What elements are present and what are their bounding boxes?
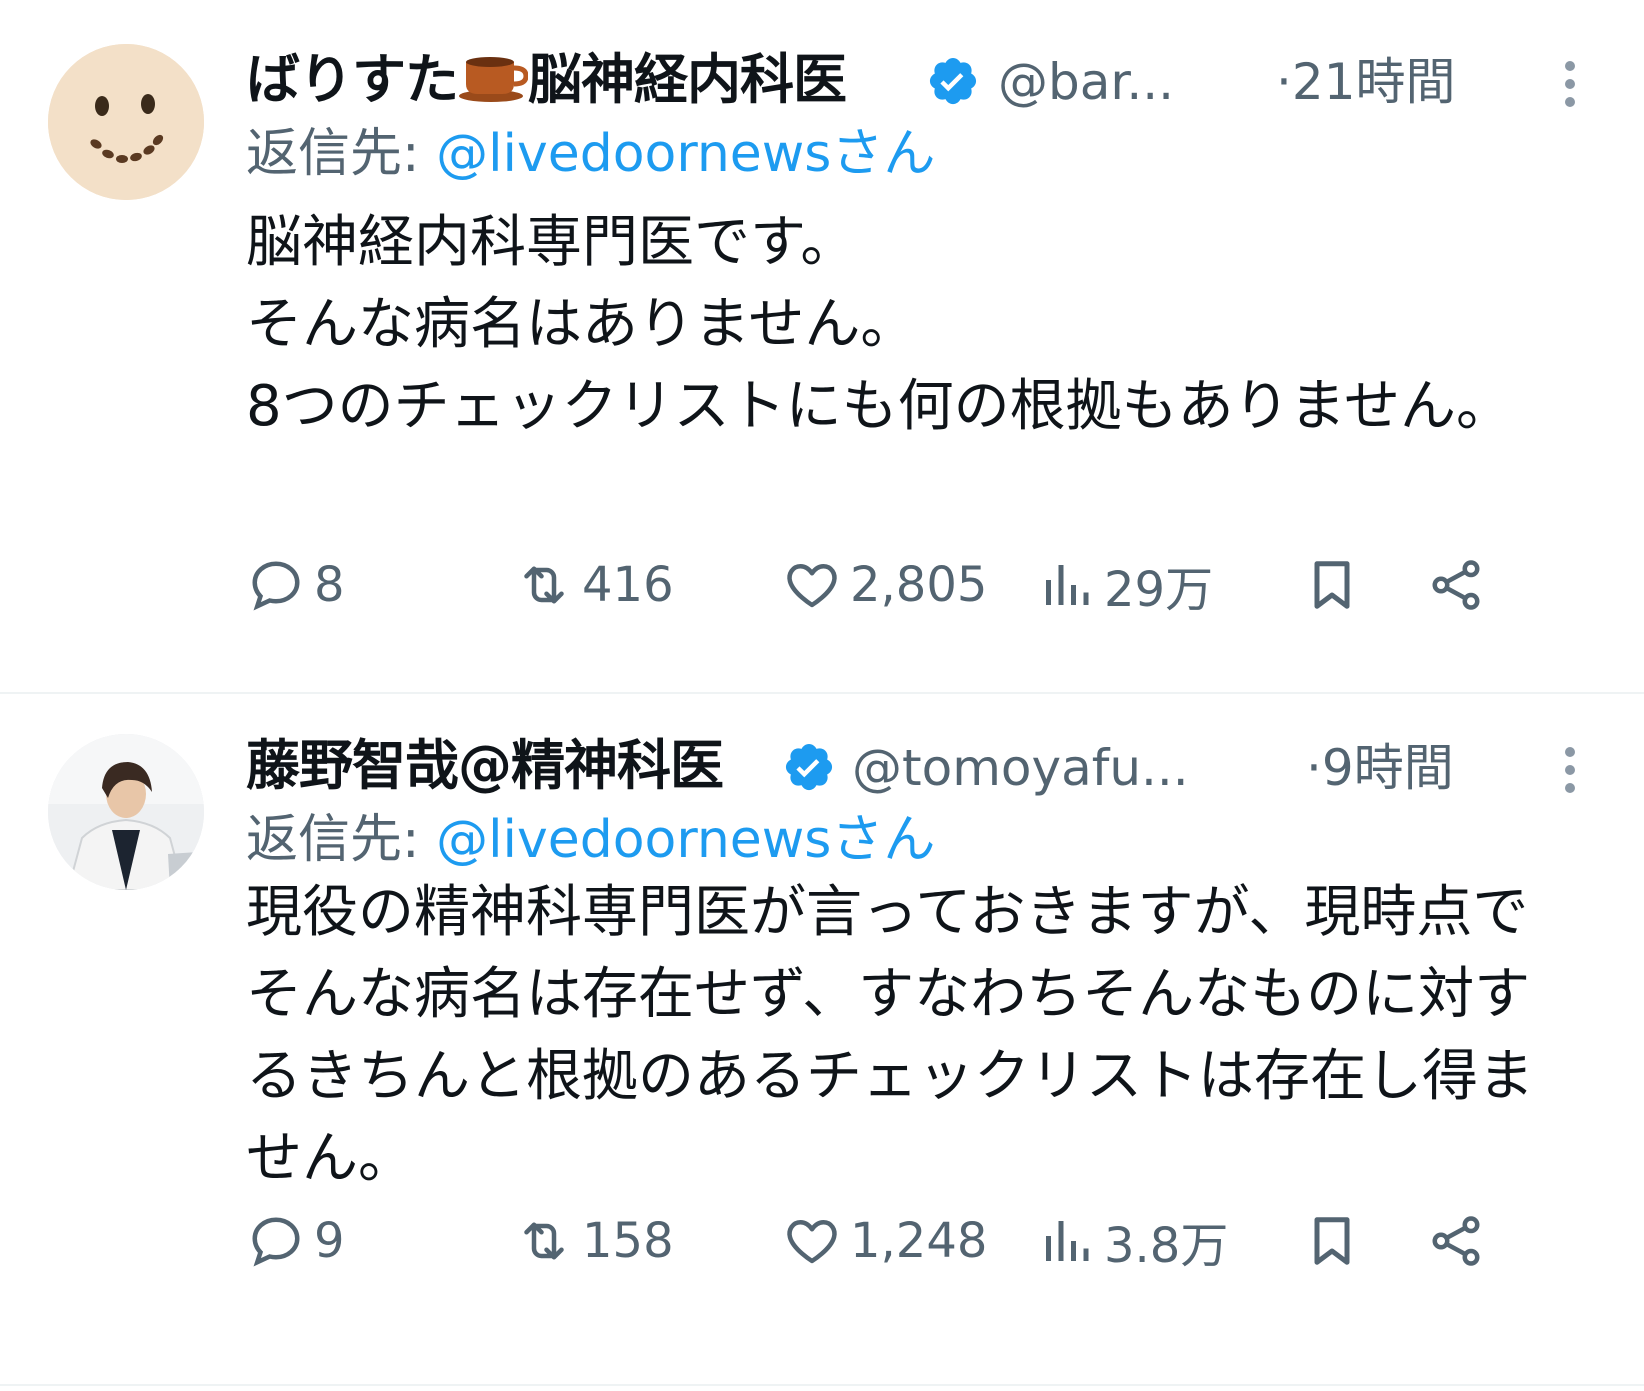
reply-target-link[interactable]: @livedoornewsさん [436,124,935,184]
person-photo-avatar-icon [48,734,204,890]
reply-button[interactable]: 9 [246,1206,345,1276]
share-button[interactable] [1426,1206,1486,1276]
display-name-suffix: 脳神経内科医 [528,48,847,111]
more-options-icon[interactable] [1558,54,1582,114]
tweet-header: 藤野智哉@精神科医 @tomoyafu... ·9時間 [246,726,1576,806]
reply-label: 返信先: [246,124,420,184]
repost-button[interactable]: 158 [514,1206,674,1276]
user-handle[interactable]: @tomoyafu... [852,736,1189,800]
view-count: 29万 [1104,562,1214,618]
views-button[interactable]: 29万 [1036,550,1213,620]
tweet[interactable]: ばりすた 脳神経内科医 @bar... ·21時間 返信先: @livedoorn… [0,40,1644,680]
reply-icon [252,561,300,611]
analytics-bars-icon [1046,1221,1089,1261]
tweet-text: 脳神経内科専門医です。 そんな病名はありません。 8つのチェックリストにも何の根… [246,210,1512,439]
display-name-text: ばりすた [246,48,459,111]
like-count: 1,248 [850,1213,988,1269]
reply-count: 8 [314,557,345,613]
tweet-actions: 8 416 2,805 29万 [246,550,1576,620]
avatar[interactable] [48,734,204,890]
coffee-cup-icon [458,50,529,104]
bookmark-button[interactable] [1302,1206,1362,1276]
share-icon [1432,560,1480,610]
tweet-divider [0,1384,1644,1386]
repost-icon [524,566,564,604]
heart-icon [787,1220,837,1264]
reply-label: 返信先: [246,810,420,870]
like-button[interactable]: 1,248 [782,1206,987,1276]
display-name[interactable]: ばりすた 脳神経内科医 [246,48,847,112]
reply-count: 9 [314,1213,345,1269]
reply-context: 返信先: @livedoornewsさん [246,806,935,874]
timestamp[interactable]: ·9時間 [1306,736,1454,800]
tweet-actions: 9 158 1,248 3.8万 [246,1206,1576,1276]
tweet-header: ばりすた 脳神経内科医 @bar... ·21時間 [246,40,1576,120]
reply-target-link[interactable]: @livedoornewsさん [436,810,935,870]
bookmark-button[interactable] [1302,550,1362,620]
analytics-bars-icon [1046,565,1089,605]
display-name[interactable]: 藤野智哉@精神科医 [246,734,724,798]
tweet-feed: ばりすた 脳神経内科医 @bar... ·21時間 返信先: @livedoorn… [0,0,1644,1391]
smiley-face-avatar-icon [48,44,204,200]
like-button[interactable]: 2,805 [782,550,987,620]
repost-icon [524,1222,564,1260]
tweet-divider [0,692,1644,694]
reply-context: 返信先: @livedoornewsさん [246,120,935,188]
reply-icon [252,1217,300,1267]
tweet[interactable]: 藤野智哉@精神科医 @tomoyafu... ·9時間 返信先: @livedo… [0,726,1644,1366]
user-handle[interactable]: @bar... [998,50,1174,114]
like-count: 2,805 [850,557,988,613]
view-count: 3.8万 [1104,1218,1229,1274]
avatar[interactable] [48,44,204,200]
heart-icon [787,564,837,608]
reply-button[interactable]: 8 [246,550,345,620]
repost-button[interactable]: 416 [514,550,674,620]
bookmark-icon [1314,1217,1350,1265]
repost-count: 158 [582,1213,674,1269]
timestamp[interactable]: ·21時間 [1276,50,1456,114]
share-button[interactable] [1426,550,1486,620]
bookmark-icon [1314,561,1350,609]
share-icon [1432,1216,1480,1266]
tweet-text: 現役の精神科専門医が言っておきますが、現時点でそんな病名は存在せず、すなわちそん… [246,880,1534,1191]
repost-count: 416 [582,557,674,613]
verified-badge-icon [785,743,833,791]
more-options-icon[interactable] [1558,740,1582,800]
verified-badge-icon [929,57,977,105]
views-button[interactable]: 3.8万 [1036,1206,1228,1276]
